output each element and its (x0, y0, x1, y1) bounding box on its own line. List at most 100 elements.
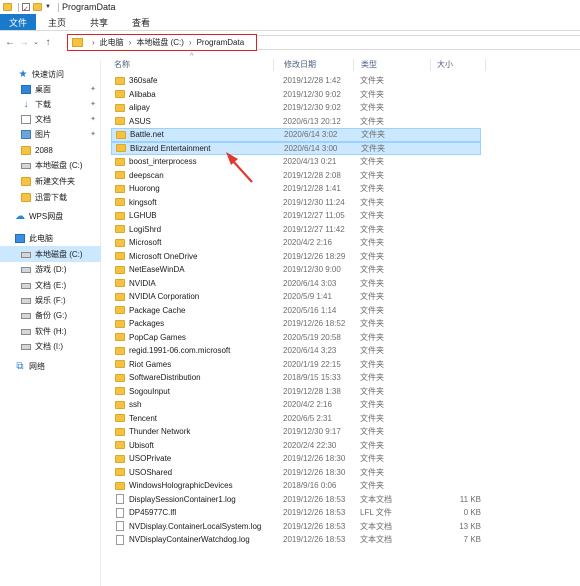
folder-row[interactable]: LGHUB 2019/12/27 11:05 文件夹 (111, 209, 481, 223)
sidebar-item-desktop[interactable]: 桌面 ✦ (0, 81, 101, 97)
breadcrumb-this-pc[interactable]: 此电脑 (100, 37, 124, 48)
folder-row[interactable]: Tencent 2020/6/5 2:31 文件夹 (111, 412, 481, 426)
folder-row[interactable]: LogiShrd 2019/12/27 11:42 文件夹 (111, 223, 481, 237)
folder-row[interactable]: Microsoft OneDrive 2019/12/26 18:29 文件夹 (111, 250, 481, 264)
folder-icon (115, 184, 125, 193)
sidebar-item-drive-c[interactable]: 本地磁盘 (C:) (0, 246, 101, 262)
address-bar-extension[interactable] (257, 35, 580, 50)
folder-row[interactable]: deepscan 2019/12/28 2:08 文件夹 (111, 169, 481, 183)
sidebar-item-drive-h[interactable]: 软件 (H:) (0, 323, 101, 339)
new-folder-icon[interactable] (33, 3, 42, 11)
folder-row[interactable]: ASUS 2020/6/13 20:12 文件夹 (111, 115, 481, 129)
sidebar-item-drive-e[interactable]: 文档 (E:) (0, 277, 101, 293)
folder-row[interactable]: Battle.net 2020/6/14 3:02 文件夹 (111, 128, 481, 142)
folder-row[interactable]: USOPrivate 2019/12/26 18:30 文件夹 (111, 452, 481, 466)
folder-row[interactable]: NVIDIA 2020/6/14 3:03 文件夹 (111, 277, 481, 291)
folder-row[interactable]: USOShared 2019/12/26 18:30 文件夹 (111, 466, 481, 480)
sidebar-item-this-pc[interactable]: 此电脑 (0, 230, 101, 246)
file-name: ASUS (129, 116, 151, 126)
tab-view[interactable]: 查看 (120, 14, 162, 30)
folder-icon (115, 400, 125, 409)
divider (18, 2, 19, 12)
file-name: Ubisoft (129, 440, 154, 450)
up-arrow-icon[interactable]: ↑ (41, 37, 55, 48)
file-row[interactable]: DP45977C.lfl 2019/12/26 18:53 LFL 文件 0 KB (111, 506, 481, 520)
sidebar-item-documents[interactable]: 文档 ✦ (0, 111, 101, 127)
file-type: 文件夹 (360, 332, 384, 342)
sidebar-item-2088[interactable]: 2088 (0, 142, 101, 158)
tab-file[interactable]: 文件 (0, 14, 36, 30)
file-name: USOPrivate (129, 454, 172, 464)
file-row[interactable]: NVDisplayContainerWatchdog.log 2019/12/26… (111, 533, 481, 547)
address-bar[interactable]: › 此电脑 › 本地磁盘 (C:) › ProgramData (67, 34, 257, 51)
folder-row[interactable]: Packages 2019/12/26 18:52 文件夹 (111, 317, 481, 331)
column-header-date[interactable]: 修改日期 (278, 59, 354, 71)
folder-row[interactable]: NetEaseWinDA 2019/12/30 9:00 文件夹 (111, 263, 481, 277)
folder-row[interactable]: regid.1991-06.com.microsoft 2020/6/14 3:2… (111, 344, 481, 358)
folder-row[interactable]: Microsoft 2020/4/2 2:16 文件夹 (111, 236, 481, 250)
folder-row[interactable]: ssh 2020/4/2 2:16 文件夹 (111, 398, 481, 412)
sidebar-item-quick-access[interactable]: ★ 快速访问 (0, 66, 101, 82)
sidebar-item-network[interactable]: ⧉ 网络 (0, 358, 101, 374)
computer-icon (15, 233, 25, 243)
folder-icon (3, 3, 12, 11)
folder-row[interactable]: Alibaba 2019/12/30 9:02 文件夹 (111, 88, 481, 102)
chevron-right-icon[interactable]: › (189, 38, 192, 47)
file-type: 文件夹 (360, 89, 384, 99)
folder-row[interactable]: Package Cache 2020/5/16 1:14 文件夹 (111, 304, 481, 318)
breadcrumb-local-disk[interactable]: 本地磁盘 (C:) (136, 37, 184, 48)
folder-row[interactable]: Blizzard Entertainment 2020/6/14 3:00 文件夹 (111, 141, 481, 155)
sidebar-item-xunlei-downloads[interactable]: 迅雷下载 (0, 189, 101, 205)
name-cell: ASUS (115, 117, 151, 126)
chevron-right-icon[interactable]: › (92, 38, 95, 47)
file-type: 文件夹 (360, 170, 384, 180)
sidebar-item-downloads[interactable]: ↓ 下载 ✦ (0, 96, 101, 112)
column-header-type[interactable]: 类型 (355, 59, 431, 71)
column-header-size[interactable]: 大小 (431, 59, 486, 71)
folder-row[interactable]: Riot Games 2020/1/19 22:15 文件夹 (111, 358, 481, 372)
breadcrumb-programdata[interactable]: ProgramData (197, 38, 245, 47)
modified-date: 2019/12/28 1:42 (283, 76, 341, 86)
folder-row[interactable]: boost_interprocess 2020/4/13 0:21 文件夹 (111, 155, 481, 169)
file-type: 文件夹 (360, 238, 384, 248)
modified-date: 2020/6/5 2:31 (283, 413, 332, 423)
folder-row[interactable]: Huorong 2019/12/28 1:41 文件夹 (111, 182, 481, 196)
file-type: 文本文档 (360, 535, 392, 545)
column-header-name[interactable]: 名称 (108, 59, 274, 71)
ribbon-tabs: 文件 主页 共享 查看 (0, 14, 580, 31)
modified-date: 2019/12/30 11:24 (283, 197, 345, 207)
file-name: LogiShrd (129, 224, 162, 234)
folder-row[interactable]: Thunder Network 2019/12/30 9:17 文件夹 (111, 425, 481, 439)
recent-locations-chevron-icon[interactable]: ⌄ (31, 38, 41, 46)
folder-row[interactable]: Ubisoft 2020/2/4 22:30 文件夹 (111, 439, 481, 453)
file-type: 文件夹 (360, 224, 384, 234)
tab-home[interactable]: 主页 (36, 14, 78, 30)
file-row[interactable]: NVDisplay.ContainerLocalSystem.log 2019/1… (111, 520, 481, 534)
name-cell: boost_interprocess (115, 157, 197, 166)
folder-row[interactable]: SoftwareDistribution 2018/9/15 15:33 文件夹 (111, 371, 481, 385)
sidebar-item-new-folder[interactable]: 新建文件夹 (0, 173, 101, 189)
properties-icon[interactable]: ✓ (22, 3, 30, 13)
forward-arrow-icon[interactable]: → (17, 37, 31, 48)
folder-row[interactable]: PopCap Games 2020/5/19 20:58 文件夹 (111, 331, 481, 345)
file-type: 文件夹 (360, 413, 384, 423)
sidebar-item-drive-i[interactable]: 文档 (I:) (0, 338, 101, 354)
sidebar-item-drive-g[interactable]: 备份 (G:) (0, 307, 101, 323)
sidebar-item-drive-f[interactable]: 娱乐 (F:) (0, 292, 101, 308)
folder-row[interactable]: SogouInput 2019/12/28 1:38 文件夹 (111, 385, 481, 399)
sidebar-item-pictures[interactable]: 图片 ✦ (0, 126, 101, 142)
sidebar-item-drive-d[interactable]: 游戏 (D:) (0, 261, 101, 277)
folder-row[interactable]: NVIDIA Corporation 2020/5/9 1:41 文件夹 (111, 290, 481, 304)
chevron-down-icon[interactable]: ▼ (45, 4, 51, 10)
back-arrow-icon[interactable]: ← (3, 37, 17, 48)
folder-row[interactable]: 360safe 2019/12/28 1:42 文件夹 (111, 74, 481, 88)
file-row[interactable]: DisplaySessionContainer1.log 2019/12/26 1… (111, 493, 481, 507)
file-name: alipay (129, 103, 150, 113)
sidebar-item-wps-drive[interactable]: ☁ WPS网盘 (0, 208, 101, 224)
folder-row[interactable]: kingsoft 2019/12/30 11:24 文件夹 (111, 196, 481, 210)
sidebar-item-local-disk-c[interactable]: 本地磁盘 (C:) (0, 157, 101, 173)
folder-row[interactable]: WindowsHolographicDevices 2018/9/16 0:06 文… (111, 479, 481, 493)
folder-row[interactable]: alipay 2019/12/30 9:02 文件夹 (111, 101, 481, 115)
chevron-right-icon[interactable]: › (129, 38, 132, 47)
tab-share[interactable]: 共享 (78, 14, 120, 30)
